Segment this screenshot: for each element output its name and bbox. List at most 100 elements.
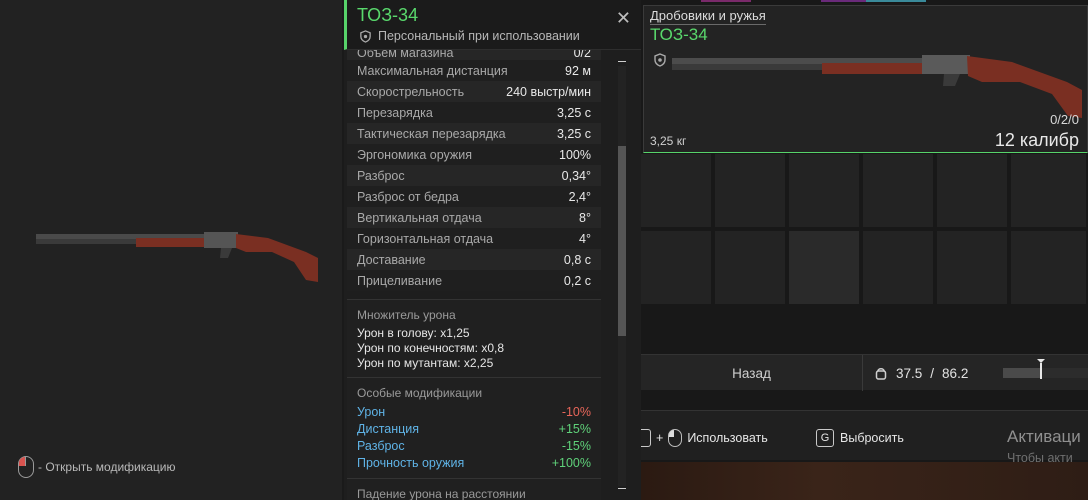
- damage-multiplier-section: Множитель урона Урон в голову: x1,25 Уро…: [347, 299, 601, 377]
- damage-line: Урон по конечностям: x0,8: [357, 341, 505, 355]
- stat-row: Максимальная дистанция 92 м: [347, 60, 601, 81]
- weapon-preview-panel: - Открыть модификацию: [0, 0, 342, 500]
- inventory-slot[interactable]: [1011, 154, 1088, 229]
- stat-label: Горизонтальная отдача: [357, 231, 494, 246]
- scroll-top-cap: [618, 61, 626, 62]
- stats-list: Объем магазина 0/2 Максимальная дистанци…: [347, 50, 601, 500]
- stat-row-magazine: Объем магазина 0/2: [347, 50, 601, 60]
- subtitle-text: Персональный при использовании: [378, 29, 580, 43]
- category-tab[interactable]: Дробовики и ружья: [650, 8, 766, 25]
- activation-title: Активаци: [1007, 427, 1081, 446]
- stat-label: Тактическая перезарядка: [357, 126, 506, 141]
- stat-value: 4°: [579, 231, 591, 246]
- stat-value: 100%: [559, 147, 591, 162]
- top-tab-strip: [641, 0, 1088, 3]
- stat-row: Перезарядка 3,25 с: [347, 102, 601, 123]
- close-icon[interactable]: ✕: [616, 9, 631, 27]
- mod-row: Прочность оружия +100%: [357, 455, 591, 472]
- stat-label: Доставание: [357, 252, 426, 267]
- mod-label: Прочность оружия: [357, 456, 465, 470]
- mod-value: -10%: [561, 405, 591, 419]
- inventory-panel: Дробовики и ружья ТОЗ-34 3,25 кг 0/2/0 1…: [641, 0, 1088, 500]
- stat-value: 0,2 с: [563, 273, 591, 288]
- stats-header: ТОЗ-34 ✕ Персональный при использовании: [344, 0, 641, 50]
- stat-row: Вертикальная отдача 8°: [347, 207, 601, 228]
- inventory-slot[interactable]: [937, 231, 1009, 306]
- key-icon: [641, 429, 651, 447]
- inventory-slot[interactable]: [937, 154, 1009, 229]
- tab-indicator: [821, 0, 871, 2]
- stat-label: Объем магазина: [357, 50, 454, 60]
- damage-line: Урон по мутантам: x2,25: [357, 356, 494, 370]
- mod-row: Дистанция +15%: [357, 421, 591, 438]
- inventory-slot[interactable]: [641, 231, 713, 306]
- stat-label: Вертикальная отдача: [357, 210, 482, 225]
- inventory-slot[interactable]: [1011, 231, 1088, 306]
- stats-scrollbar[interactable]: [615, 50, 629, 500]
- mod-value: +15%: [558, 422, 591, 436]
- stat-row: Тактическая перезарядка 3,25 с: [347, 123, 601, 144]
- stat-row: Горизонтальная отдача 4°: [347, 228, 601, 249]
- weapon-title: ТОЗ-34: [357, 5, 419, 25]
- weight-current: 37.5: [896, 365, 923, 381]
- mod-label: Урон: [357, 405, 386, 419]
- inventory-slot[interactable]: [715, 154, 787, 229]
- inventory-grid: [641, 154, 1088, 334]
- section-title: Падение урона на расстоянии: [357, 487, 526, 500]
- inventory-slot[interactable]: [789, 154, 861, 229]
- mouse-left-click-icon: [18, 456, 34, 478]
- stat-row: Разброс 0,34°: [347, 165, 601, 186]
- action-bar: + Использовать G Выбросить Активаци Чтоб…: [641, 410, 1088, 465]
- stat-value: 2,4°: [568, 189, 591, 204]
- stat-label: Эргономика оружия: [357, 147, 473, 162]
- shotgun-image: [672, 55, 1082, 118]
- stat-row: Разброс от бедра 2,4°: [347, 186, 601, 207]
- section-title: Множитель урона: [357, 308, 456, 322]
- screen: - Открыть модификацию ТОЗ-34 ✕ Персональ…: [0, 0, 1088, 500]
- personal-use-label: Персональный при использовании: [359, 29, 580, 43]
- weight-indicator: 37.5 / 86.2: [874, 355, 968, 391]
- inventory-slot[interactable]: [863, 154, 935, 229]
- weapon-stats-panel: ТОЗ-34 ✕ Персональный при использовании …: [344, 0, 641, 500]
- stat-label: Скорострельность: [357, 84, 465, 99]
- stat-row: Прицеливание 0,2 с: [347, 270, 601, 291]
- tab-indicator: [866, 0, 926, 2]
- inventory-slot[interactable]: [641, 154, 713, 229]
- stat-label: Максимальная дистанция: [357, 63, 508, 78]
- inventory-slot[interactable]: [715, 231, 787, 306]
- stat-value: 3,25 с: [556, 105, 591, 120]
- stat-value: 0,34°: [561, 168, 591, 183]
- weight-max: 86.2: [942, 365, 969, 381]
- weapon-card[interactable]: Дробовики и ружья ТОЗ-34 3,25 кг 0/2/0 1…: [643, 5, 1088, 153]
- shield-icon: [360, 29, 371, 43]
- stat-label: Разброс: [357, 168, 405, 183]
- tab-indicator: [701, 0, 751, 2]
- kettlebell-icon: [875, 368, 887, 380]
- mod-value: +100%: [551, 456, 591, 470]
- section-title: Особые модификации: [357, 386, 483, 400]
- special-mods-section: Особые модификации Урон -10% Дистанция +…: [347, 377, 601, 478]
- stats-rows: Объем магазина 0/2 Максимальная дистанци…: [347, 50, 601, 291]
- footer-background: [641, 462, 1088, 500]
- drop-action[interactable]: G Выбросить: [816, 429, 904, 447]
- weapon-weight: 3,25 кг: [650, 134, 687, 148]
- weapon-name: ТОЗ-34: [650, 25, 708, 44]
- use-action[interactable]: + Использовать: [641, 429, 768, 447]
- key-g-icon: G: [816, 429, 834, 447]
- stat-value: 92 м: [565, 63, 591, 78]
- stat-label: Разброс от бедра: [357, 189, 459, 204]
- scroll-bottom-cap: [618, 488, 626, 489]
- bottom-bar: Назад 37.5 / 86.2: [641, 354, 1088, 391]
- inventory-slot[interactable]: [863, 231, 935, 306]
- open-mods-hint: - Открыть модификацию: [18, 456, 176, 478]
- stat-row: Скорострельность 240 выстр/мин: [347, 81, 601, 102]
- weight-marker: [1037, 359, 1045, 379]
- stat-label: Перезарядка: [357, 105, 433, 120]
- scroll-thumb[interactable]: [618, 146, 626, 336]
- mod-label: Дистанция: [357, 422, 420, 436]
- inventory-slot[interactable]: [789, 231, 861, 306]
- shield-icon: [654, 53, 666, 67]
- stat-value: 8°: [579, 210, 591, 225]
- back-button[interactable]: Назад: [641, 355, 863, 391]
- plus-sign: +: [656, 431, 664, 445]
